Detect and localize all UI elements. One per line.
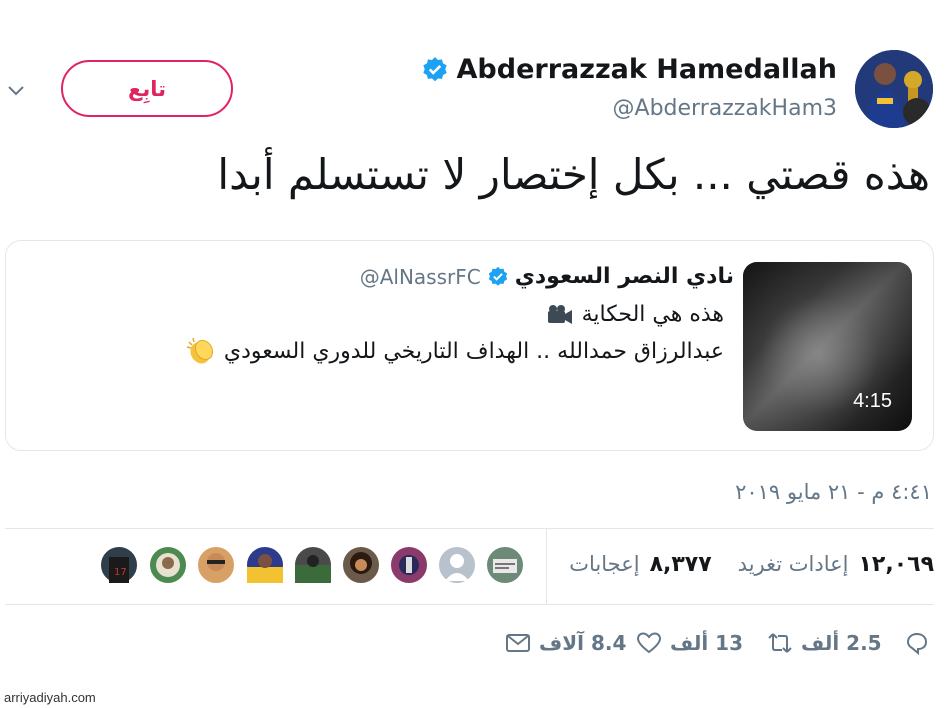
retweet-count: 13 ألف <box>670 631 743 655</box>
quoted-name: نادي النصر السعودي <box>514 264 734 289</box>
clapping-hands-emoji-icon <box>186 337 213 364</box>
user-handle[interactable]: @AbderrazzakHam3 <box>613 96 837 121</box>
liker-avatar[interactable] <box>148 545 188 585</box>
video-duration: 4:15 <box>853 390 892 412</box>
divider <box>546 529 547 604</box>
liker-avatar[interactable] <box>485 545 525 585</box>
video-camera-emoji-icon <box>547 304 572 324</box>
likes-label[interactable]: إعجابات <box>569 552 639 576</box>
retweets-count[interactable]: ١٢,٠٦٩ <box>859 552 935 577</box>
tweet-text: هذه قصتي ... بكل إختصار لا تستسلم أبدا <box>217 150 930 199</box>
chevron-down-icon[interactable] <box>6 80 26 100</box>
reply-bubble-icon <box>906 632 928 656</box>
envelope-icon <box>506 634 530 652</box>
avatar[interactable] <box>855 50 933 128</box>
tweet-timestamp[interactable]: ٤:٤١ م - ٢١ مايو ٢٠١٩ <box>735 480 932 504</box>
divider <box>5 604 934 605</box>
quoted-line-2-text: عبدالرزاق حمدالله .. الهداف التاريخي للد… <box>223 338 724 364</box>
quoted-line-1-text: هذه هي الحكاية <box>581 302 724 327</box>
dm-action[interactable]: 8.4 آلاف <box>505 630 626 656</box>
quoted-text-line-1: هذه هي الحكاية <box>546 302 724 327</box>
quoted-author[interactable]: نادي النصر السعودي @AlNassrFC <box>360 264 734 289</box>
like-action[interactable]: 13 ألف <box>636 630 743 656</box>
quoted-handle: @AlNassrFC <box>359 264 481 289</box>
svg-text:17: 17 <box>114 567 127 578</box>
quoted-text-line-2: عبدالرزاق حمدالله .. الهداف التاريخي للد… <box>186 336 724 366</box>
heart-icon <box>636 632 662 654</box>
liker-avatar[interactable] <box>389 545 429 585</box>
liker-avatar[interactable]: 17 <box>99 545 139 585</box>
liker-avatar[interactable] <box>293 545 333 585</box>
display-name-text: Abderrazzak Hamedallah <box>456 54 837 85</box>
liker-avatar[interactable] <box>245 545 285 585</box>
liker-avatar[interactable] <box>341 545 381 585</box>
video-thumbnail[interactable]: 4:15 <box>743 262 912 431</box>
liker-avatar[interactable] <box>196 545 236 585</box>
retweet-action[interactable]: 2.5 ألف <box>767 630 882 656</box>
reply-count: 2.5 ألف <box>801 631 882 655</box>
retweet-icon <box>768 633 792 653</box>
verified-badge-icon <box>422 56 447 81</box>
follow-button[interactable]: تابِع <box>61 60 233 117</box>
watermark: arriyadiyah.com <box>4 690 96 705</box>
engagement-stats: ١٢,٠٦٩ إعادات تغريد ٨,٣٧٧ إعجابات <box>553 552 934 577</box>
likes-count[interactable]: ٨,٣٧٧ <box>650 552 712 577</box>
display-name[interactable]: Abderrazzak Hamedallah <box>421 54 837 85</box>
divider <box>5 528 934 529</box>
reply-action[interactable] <box>904 630 930 656</box>
verified-badge-icon <box>488 266 507 286</box>
like-count: 8.4 آلاف <box>539 631 627 655</box>
liker-avatar-default[interactable] <box>437 545 477 585</box>
retweets-label[interactable]: إعادات تغريد <box>738 552 849 576</box>
